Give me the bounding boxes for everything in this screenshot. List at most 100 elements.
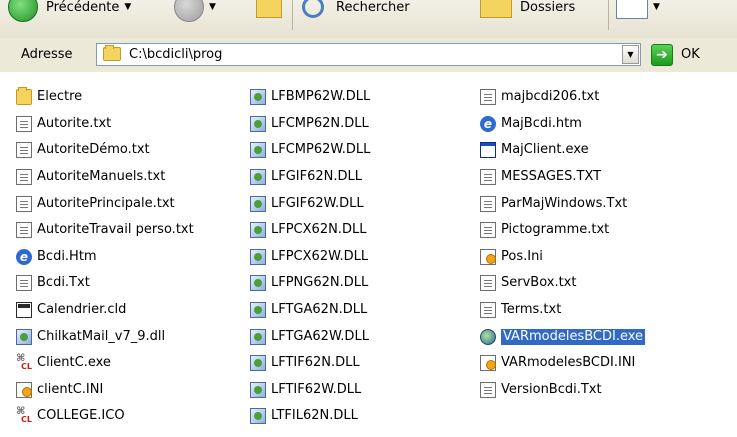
file-name: Pictogramme.txt (501, 222, 610, 238)
chevron-down-icon[interactable]: ▼ (124, 2, 131, 12)
file-item[interactable]: AutoriteDémo.txt (16, 137, 194, 164)
file-name: LFGIF62W.DLL (271, 195, 364, 211)
file-name: LFCMP62W.DLL (271, 142, 371, 158)
file-item[interactable]: ServBox.txt (480, 270, 645, 297)
file-item[interactable]: CL COLLEGE.ICO (16, 403, 194, 430)
file-item[interactable]: LFTIF62W.DLL (250, 377, 370, 404)
ico-file-icon: CL (16, 406, 32, 425)
file-item[interactable]: VARmodelesBCDI.exe (480, 323, 646, 350)
text-file-icon (480, 302, 496, 319)
file-item[interactable]: LFCMP62N.DLL (250, 111, 370, 138)
calendar-file-icon (16, 302, 32, 319)
file-item[interactable]: Pictogramme.txt (480, 217, 645, 244)
file-name: VARmodelesBCDI.INI (501, 355, 636, 371)
file-name: MajClient.exe (501, 142, 589, 158)
text-file-icon (480, 195, 496, 212)
search-label: Rechercher (336, 0, 410, 15)
file-item[interactable]: LFTGA62N.DLL (250, 297, 370, 324)
views-button[interactable]: ▼ (616, 0, 660, 22)
back-label: Précédente (46, 0, 120, 15)
file-name: Terms.txt (501, 302, 562, 318)
text-file-icon (480, 89, 496, 106)
file-item[interactable]: VARmodelesBCDI.INI (480, 350, 645, 377)
file-name: Electre (37, 89, 83, 105)
file-item[interactable]: majbcdi206.txt (480, 84, 645, 111)
file-item[interactable]: LFBMP62W.DLL (250, 84, 370, 111)
search-button[interactable]: Rechercher (302, 0, 410, 22)
file-item[interactable]: AutoriteManuels.txt (16, 164, 194, 191)
file-item[interactable]: LFGIF62N.DLL (250, 164, 370, 191)
address-input[interactable]: C:\bcdicli\prog ▼ (96, 43, 641, 66)
file-item[interactable]: AutoriteTravail perso.txt (16, 217, 194, 244)
file-item[interactable]: LFTIF62N.DLL (250, 350, 370, 377)
file-name: LFTGA62N.DLL (271, 302, 368, 318)
back-button[interactable]: Précédente ▼ (8, 0, 131, 22)
dll-file-icon (250, 89, 266, 106)
file-column-2: LFBMP62W.DLL LFCMP62N.DLL LFCMP62W.DLL LFGI… (250, 84, 370, 430)
file-name: LFCMP62N.DLL (271, 115, 369, 131)
file-item[interactable]: MESSAGES.TXT (480, 164, 645, 191)
file-name: AutoritePrincipale.txt (37, 195, 175, 211)
file-item[interactable]: e Bcdi.Htm (16, 244, 194, 271)
dll-file-icon (250, 142, 266, 159)
dll-file-icon (250, 302, 266, 319)
file-name: Bcdi.Htm (37, 248, 97, 264)
file-item[interactable]: clientC.INI (16, 377, 194, 404)
dll-file-icon (250, 248, 266, 265)
file-name: COLLEGE.ICO (37, 408, 125, 424)
file-item[interactable]: Autorite.txt (16, 111, 194, 138)
file-item[interactable]: VersionBcdi.Txt (480, 377, 645, 404)
file-name: LTFIL62N.DLL (271, 408, 358, 424)
file-name: LFPCX62W.DLL (271, 248, 369, 264)
file-name: LFBMP62W.DLL (271, 89, 371, 105)
file-item[interactable]: LFTGA62W.DLL (250, 323, 370, 350)
forward-button[interactable]: ▼ (174, 0, 216, 22)
up-folder-button[interactable] (256, 0, 282, 22)
file-name: Bcdi.Txt (37, 275, 90, 291)
toolbar-separator (608, 0, 609, 30)
file-item[interactable]: LFGIF62W.DLL (250, 190, 370, 217)
dll-file-icon (250, 355, 266, 372)
file-item[interactable]: AutoritePrincipale.txt (16, 190, 194, 217)
chevron-down-icon[interactable]: ▼ (653, 2, 660, 12)
file-item[interactable]: LFCMP62W.DLL (250, 137, 370, 164)
text-file-icon (16, 222, 32, 239)
file-list: Electre Autorite.txt AutoriteDémo.txt Autor… (0, 72, 737, 437)
file-item[interactable]: LFPCX62W.DLL (250, 244, 370, 271)
file-name: LFPNG62N.DLL (271, 275, 369, 291)
file-item[interactable]: CL ClientC.exe (16, 350, 194, 377)
file-item[interactable]: e MajBcdi.htm (480, 111, 645, 138)
file-name: ChilkatMail_v7_9.dll (37, 328, 166, 344)
file-item[interactable]: ChilkatMail_v7_9.dll (16, 323, 194, 350)
dll-file-icon (250, 381, 266, 398)
address-dropdown-button[interactable]: ▼ (622, 45, 639, 64)
file-item[interactable]: Calendrier.cld (16, 297, 194, 324)
folders-button[interactable]: Dossiers (480, 0, 575, 22)
file-item[interactable]: LTFIL62N.DLL (250, 403, 370, 430)
go-button[interactable]: ➔ (651, 44, 673, 66)
file-name: MESSAGES.TXT (501, 169, 602, 185)
file-item[interactable]: LFPCX62N.DLL (250, 217, 370, 244)
address-label: Adresse (21, 47, 73, 62)
folders-label: Dossiers (520, 0, 576, 15)
ini-file-icon (16, 381, 32, 398)
file-item[interactable]: Pos.Ini (480, 244, 645, 271)
go-label[interactable]: OK (681, 47, 700, 62)
file-item[interactable]: LFPNG62N.DLL (250, 270, 370, 297)
file-name: Autorite.txt (37, 115, 112, 131)
text-file-icon (480, 381, 496, 398)
file-item[interactable]: Bcdi.Txt (16, 270, 194, 297)
file-name: AutoriteTravail perso.txt (37, 222, 194, 238)
file-name: LFGIF62N.DLL (271, 169, 362, 185)
client-exe-icon: CL (16, 353, 32, 372)
text-file-icon (480, 222, 496, 239)
dll-file-icon (250, 275, 266, 292)
dll-file-icon (250, 195, 266, 212)
folder-icon (16, 87, 32, 106)
ini-file-icon (480, 355, 496, 372)
file-item[interactable]: ParMajWindows.Txt (480, 190, 645, 217)
file-item[interactable]: Terms.txt (480, 297, 645, 324)
file-item[interactable]: MajClient.exe (480, 137, 645, 164)
chevron-down-icon[interactable]: ▼ (209, 2, 216, 12)
file-item[interactable]: Electre (16, 84, 194, 111)
